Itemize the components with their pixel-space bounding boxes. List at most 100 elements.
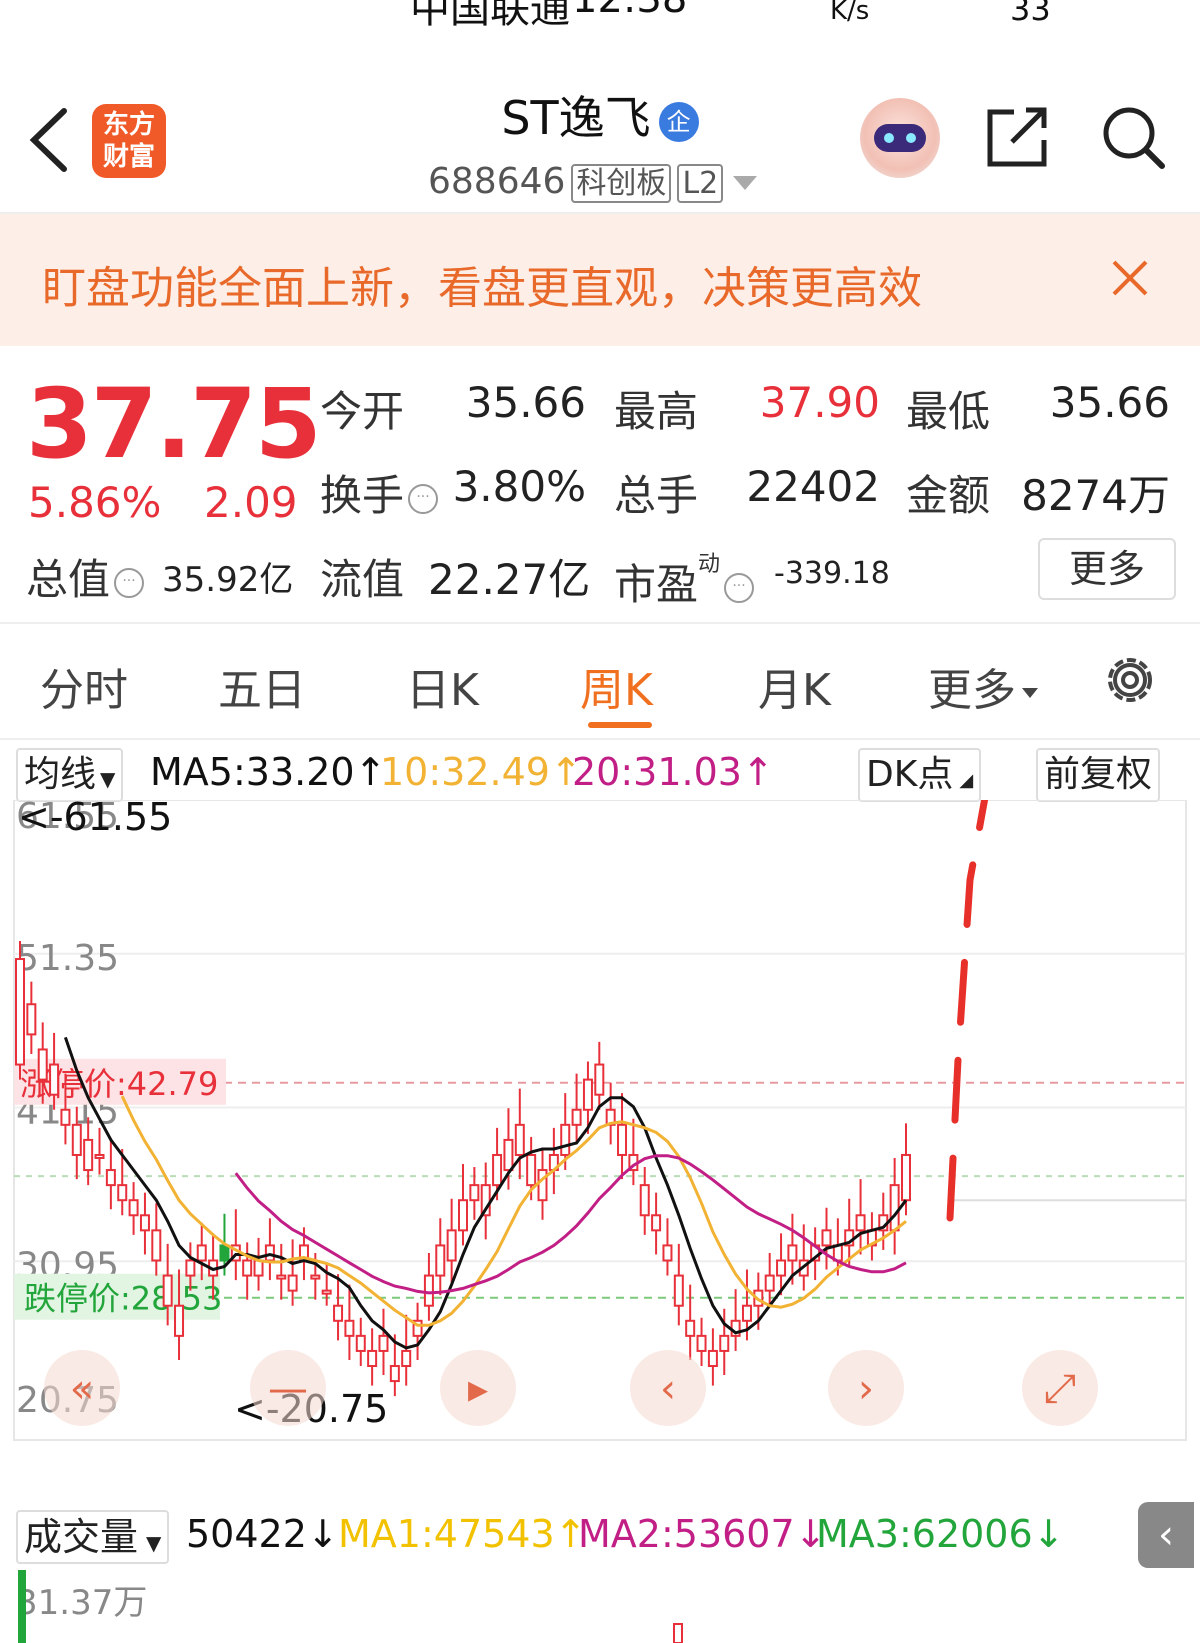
candle-body bbox=[83, 1138, 94, 1172]
low-label: 最低 bbox=[906, 387, 991, 436]
candle-body bbox=[537, 1169, 548, 1202]
change-percent: 5.86% bbox=[28, 478, 162, 527]
candle-body bbox=[162, 1274, 173, 1307]
chevron-down-icon[interactable] bbox=[733, 176, 758, 190]
candle-body bbox=[253, 1259, 264, 1277]
gear-icon[interactable] bbox=[1100, 650, 1160, 710]
candle-body bbox=[901, 1153, 911, 1202]
ma10-value: 10:32.49↑ bbox=[380, 750, 582, 794]
level-tag: L2 bbox=[677, 164, 724, 203]
candle-body bbox=[673, 1274, 684, 1307]
quote-divider bbox=[0, 622, 1200, 624]
stock-subtitle[interactable]: 688646 科创板 L2 bbox=[428, 158, 758, 203]
candle-body bbox=[105, 1169, 116, 1187]
candle-body bbox=[787, 1244, 798, 1262]
volume-bar bbox=[673, 1623, 683, 1643]
price-tick-label: 51.35 bbox=[16, 938, 119, 979]
candle-body bbox=[310, 1274, 321, 1280]
candle-body bbox=[151, 1229, 162, 1262]
caret-down-icon bbox=[1022, 688, 1038, 698]
current-price: 37.75 bbox=[26, 368, 322, 480]
adjust-button[interactable]: 前复权 bbox=[1036, 748, 1161, 802]
candle-body bbox=[139, 1214, 150, 1232]
robot-assistant-icon[interactable] bbox=[860, 98, 940, 178]
promo-banner[interactable]: 盯盘功能全面上新，看盘更直观，决策更高效 bbox=[0, 214, 1200, 346]
tab-five-day[interactable]: 五日 bbox=[218, 654, 306, 718]
candle-body bbox=[174, 1304, 185, 1337]
mcap-label: 总值 ··· bbox=[26, 546, 145, 607]
candle-body bbox=[333, 1304, 344, 1322]
rewind-icon[interactable]: « bbox=[70, 1366, 94, 1412]
candle-body bbox=[15, 958, 25, 1066]
open-label: 今开 bbox=[320, 387, 405, 436]
float-label: 流值 bbox=[320, 555, 405, 604]
volume-selector[interactable]: 成交量 ▼ bbox=[16, 1510, 170, 1564]
more-quote-button[interactable]: 更多 bbox=[1038, 538, 1176, 600]
info-dots-icon[interactable]: ··· bbox=[408, 483, 439, 514]
candle-body bbox=[469, 1184, 480, 1202]
candle-body bbox=[389, 1365, 400, 1383]
next-icon[interactable]: › bbox=[858, 1366, 874, 1412]
expand-icon[interactable]: ⤢ bbox=[1044, 1366, 1076, 1412]
candle-body bbox=[401, 1349, 412, 1368]
candle-body bbox=[651, 1214, 662, 1232]
info-dots-icon[interactable]: ··· bbox=[724, 572, 755, 603]
volume-label: 总手 bbox=[614, 471, 699, 520]
candle-body bbox=[514, 1123, 525, 1156]
open-value: 35.66 bbox=[465, 378, 586, 427]
float-value: 22.27亿 bbox=[428, 555, 591, 604]
candle-body bbox=[741, 1304, 752, 1322]
tab-intraday[interactable]: 分时 bbox=[40, 654, 128, 718]
candle-body bbox=[776, 1259, 787, 1277]
hand-drawn-arrow bbox=[946, 800, 989, 1222]
candle-body bbox=[685, 1319, 696, 1337]
ma-selector[interactable]: 均线 ▼ bbox=[16, 748, 124, 802]
turnover-label: 换手 ··· bbox=[320, 462, 439, 523]
minus-icon[interactable]: — bbox=[268, 1366, 308, 1412]
candle-body bbox=[196, 1244, 207, 1262]
candle-body bbox=[355, 1334, 366, 1352]
prev-icon[interactable]: ‹ bbox=[660, 1366, 676, 1412]
tab-weekly-k[interactable]: 周K bbox=[580, 654, 653, 718]
ma5-value: MA5:33.20↑ bbox=[150, 750, 387, 794]
close-icon[interactable] bbox=[1110, 258, 1150, 298]
candle-body bbox=[639, 1184, 650, 1217]
tab-daily-k[interactable]: 日K bbox=[406, 654, 479, 718]
high-value: 37.90 bbox=[759, 378, 880, 427]
candle-body bbox=[117, 1184, 128, 1202]
volume-current: 50422↓ bbox=[186, 1512, 339, 1556]
play-icon[interactable]: ▸ bbox=[468, 1366, 488, 1412]
tab-monthly-k[interactable]: 月K bbox=[758, 654, 831, 718]
share-icon[interactable] bbox=[986, 104, 1050, 168]
candle-body bbox=[94, 1153, 105, 1159]
collapse-panel-button[interactable]: ‹ bbox=[1138, 1502, 1194, 1568]
tab-more[interactable]: 更多 bbox=[928, 654, 1038, 718]
candle-body bbox=[219, 1244, 230, 1262]
volume-ma3: MA3:62006↓ bbox=[816, 1512, 1065, 1556]
candle-body bbox=[287, 1274, 298, 1292]
candle-body bbox=[321, 1289, 332, 1295]
candle-body bbox=[617, 1123, 628, 1156]
info-dots-icon[interactable]: ··· bbox=[114, 567, 145, 598]
kline-chart[interactable]: 61.5551.3541.1530.9520.75涨停价:42.79跌停价:28… bbox=[0, 800, 1200, 1500]
candle-body bbox=[344, 1319, 355, 1337]
candle-body bbox=[26, 1003, 37, 1036]
status-bar: 中国联通 12:38 K/s 33 bbox=[0, 0, 1200, 30]
limit-down-label: 跌停价:28.53 bbox=[24, 1280, 222, 1318]
candle-body bbox=[71, 1123, 82, 1156]
candle-body bbox=[560, 1123, 571, 1156]
dk-point-button[interactable]: DK点 ◢ bbox=[858, 748, 982, 802]
candle-body bbox=[128, 1199, 139, 1217]
candle-body bbox=[764, 1274, 775, 1292]
amount-label: 金额 bbox=[906, 471, 991, 520]
search-icon[interactable] bbox=[1100, 104, 1166, 170]
pe-value: -339.18 bbox=[774, 556, 890, 591]
amount-value: 8274万 bbox=[1021, 471, 1170, 520]
candle-body bbox=[582, 1078, 593, 1111]
candle-body bbox=[435, 1244, 446, 1277]
candle-body bbox=[492, 1153, 503, 1187]
pe-label: 市盈动··· bbox=[614, 546, 755, 612]
candle-body bbox=[696, 1334, 707, 1352]
candle-body bbox=[242, 1259, 253, 1277]
candle-body bbox=[60, 1108, 71, 1126]
